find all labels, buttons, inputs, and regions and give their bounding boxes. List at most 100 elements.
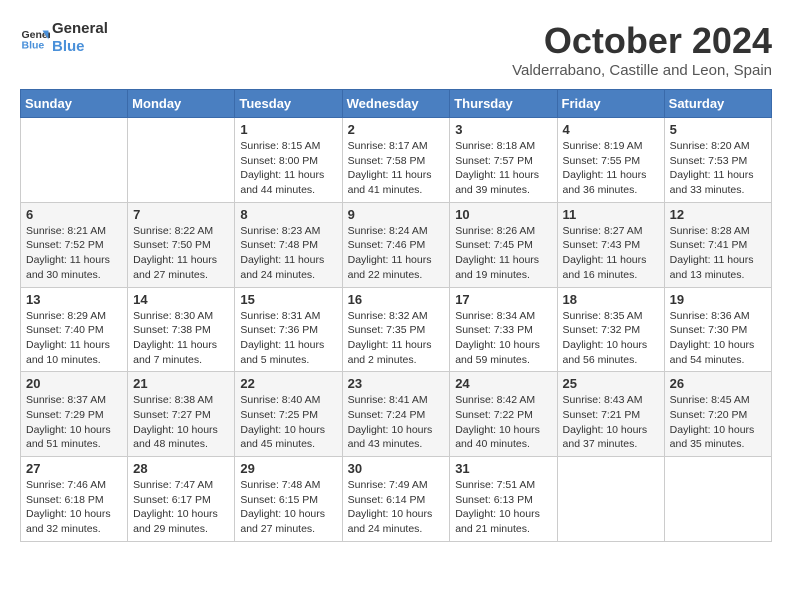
day-info: Sunrise: 8:20 AM Sunset: 7:53 PM Dayligh… [670,139,766,198]
calendar-week-row: 20Sunrise: 8:37 AM Sunset: 7:29 PM Dayli… [21,372,772,457]
calendar-day-cell: 31 Sunrise: 7:51 AM Sunset: 6:13 PM Dayli… [450,457,557,542]
calendar-day-cell: 27 Sunrise: 7:46 AM Sunset: 6:18 PM Dayli… [21,457,128,542]
day-info: Sunrise: 8:26 AM Sunset: 7:45 PM Dayligh… [455,224,551,283]
calendar-day-cell: 19 Sunrise: 8:36 AM Sunset: 7:30 PM Dayli… [664,287,771,372]
day-info: Sunrise: 8:32 AM Sunset: 7:35 PM Dayligh… [348,309,445,368]
calendar-day-cell: 21 Sunrise: 8:38 AM Sunset: 7:27 PM Dayli… [128,372,235,457]
calendar-day-cell: 14Sunrise: 8:30 AM Sunset: 7:38 PM Dayli… [128,287,235,372]
calendar-day-cell: 8 Sunrise: 8:23 AM Sunset: 7:48 PM Daylig… [235,202,342,287]
day-info: Sunrise: 8:24 AM Sunset: 7:46 PM Dayligh… [348,224,445,283]
weekday-header-cell: Saturday [664,90,771,118]
calendar-week-row: 27 Sunrise: 7:46 AM Sunset: 6:18 PM Dayli… [21,457,772,542]
day-info: Sunrise: 7:46 AM Sunset: 6:18 PM Dayligh… [26,478,122,537]
day-number: 3 [455,122,551,137]
day-number: 22 [240,376,336,391]
day-info: Sunrise: 8:31 AM Sunset: 7:36 PM Dayligh… [240,309,336,368]
day-number: 30 [348,461,445,476]
day-info: Sunrise: 8:34 AM Sunset: 7:33 PM Dayligh… [455,309,551,368]
day-info: Sunrise: 8:29 AM Sunset: 7:40 PM Dayligh… [26,309,122,368]
logo: General Blue General Blue [20,20,108,56]
location-subtitle: Valderrabano, Castille and Leon, Spain [512,62,772,79]
calendar-day-cell: 12 Sunrise: 8:28 AM Sunset: 7:41 PM Dayli… [664,202,771,287]
day-info: Sunrise: 8:19 AM Sunset: 7:55 PM Dayligh… [563,139,659,198]
day-number: 18 [563,292,659,307]
calendar-day-cell: 7Sunrise: 8:22 AM Sunset: 7:50 PM Daylig… [128,202,235,287]
title-block: October 2024 Valderrabano, Castille and … [512,20,772,79]
logo-text-general: General [52,20,108,38]
day-number: 14 [133,292,229,307]
calendar-week-row: 13 Sunrise: 8:29 AM Sunset: 7:40 PM Dayli… [21,287,772,372]
day-number: 9 [348,207,445,222]
day-info: Sunrise: 8:35 AM Sunset: 7:32 PM Dayligh… [563,309,659,368]
calendar-day-cell: 10Sunrise: 8:26 AM Sunset: 7:45 PM Dayli… [450,202,557,287]
day-info: Sunrise: 8:41 AM Sunset: 7:24 PM Dayligh… [348,393,445,452]
calendar-day-cell [21,118,128,203]
calendar-week-row: 1Sunrise: 8:15 AM Sunset: 8:00 PM Daylig… [21,118,772,203]
day-number: 15 [240,292,336,307]
weekday-header-cell: Thursday [450,90,557,118]
day-number: 12 [670,207,766,222]
weekday-header-cell: Wednesday [342,90,450,118]
logo-icon: General Blue [20,23,50,53]
calendar-day-cell: 11Sunrise: 8:27 AM Sunset: 7:43 PM Dayli… [557,202,664,287]
day-number: 25 [563,376,659,391]
day-info: Sunrise: 8:43 AM Sunset: 7:21 PM Dayligh… [563,393,659,452]
weekday-header-cell: Tuesday [235,90,342,118]
calendar-day-cell: 23 Sunrise: 8:41 AM Sunset: 7:24 PM Dayli… [342,372,450,457]
weekday-header-cell: Monday [128,90,235,118]
month-year-title: October 2024 [512,20,772,62]
calendar-day-cell: 29Sunrise: 7:48 AM Sunset: 6:15 PM Dayli… [235,457,342,542]
day-number: 13 [26,292,122,307]
calendar-body: 1Sunrise: 8:15 AM Sunset: 8:00 PM Daylig… [21,118,772,542]
day-info: Sunrise: 8:15 AM Sunset: 8:00 PM Dayligh… [240,139,336,198]
calendar-day-cell: 6Sunrise: 8:21 AM Sunset: 7:52 PM Daylig… [21,202,128,287]
day-number: 7 [133,207,229,222]
day-number: 4 [563,122,659,137]
day-info: Sunrise: 8:36 AM Sunset: 7:30 PM Dayligh… [670,309,766,368]
day-info: Sunrise: 8:37 AM Sunset: 7:29 PM Dayligh… [26,393,122,452]
day-number: 27 [26,461,122,476]
calendar-day-cell: 2 Sunrise: 8:17 AM Sunset: 7:58 PM Daylig… [342,118,450,203]
calendar-day-cell: 20Sunrise: 8:37 AM Sunset: 7:29 PM Dayli… [21,372,128,457]
day-number: 17 [455,292,551,307]
calendar-week-row: 6Sunrise: 8:21 AM Sunset: 7:52 PM Daylig… [21,202,772,287]
calendar-day-cell: 28 Sunrise: 7:47 AM Sunset: 6:17 PM Dayli… [128,457,235,542]
weekday-header-cell: Sunday [21,90,128,118]
day-number: 11 [563,207,659,222]
weekday-header-cell: Friday [557,90,664,118]
calendar-day-cell: 25 Sunrise: 8:43 AM Sunset: 7:21 PM Dayli… [557,372,664,457]
day-number: 2 [348,122,445,137]
day-info: Sunrise: 8:38 AM Sunset: 7:27 PM Dayligh… [133,393,229,452]
day-info: Sunrise: 8:42 AM Sunset: 7:22 PM Dayligh… [455,393,551,452]
page-header: General Blue General Blue October 2024 V… [20,20,772,79]
calendar-day-cell: 30 Sunrise: 7:49 AM Sunset: 6:14 PM Dayli… [342,457,450,542]
calendar-day-cell: 16 Sunrise: 8:32 AM Sunset: 7:35 PM Dayli… [342,287,450,372]
day-number: 23 [348,376,445,391]
calendar-day-cell: 26Sunrise: 8:45 AM Sunset: 7:20 PM Dayli… [664,372,771,457]
day-number: 28 [133,461,229,476]
calendar-day-cell: 9 Sunrise: 8:24 AM Sunset: 7:46 PM Daylig… [342,202,450,287]
day-info: Sunrise: 8:23 AM Sunset: 7:48 PM Dayligh… [240,224,336,283]
day-info: Sunrise: 7:51 AM Sunset: 6:13 PM Dayligh… [455,478,551,537]
day-number: 29 [240,461,336,476]
day-info: Sunrise: 8:28 AM Sunset: 7:41 PM Dayligh… [670,224,766,283]
day-info: Sunrise: 7:47 AM Sunset: 6:17 PM Dayligh… [133,478,229,537]
logo-text-blue: Blue [52,38,108,56]
calendar-day-cell: 24Sunrise: 8:42 AM Sunset: 7:22 PM Dayli… [450,372,557,457]
weekday-header-row: SundayMondayTuesdayWednesdayThursdayFrid… [21,90,772,118]
day-info: Sunrise: 8:17 AM Sunset: 7:58 PM Dayligh… [348,139,445,198]
calendar-day-cell: 22Sunrise: 8:40 AM Sunset: 7:25 PM Dayli… [235,372,342,457]
day-number: 16 [348,292,445,307]
calendar-day-cell [557,457,664,542]
calendar-day-cell: 3 Sunrise: 8:18 AM Sunset: 7:57 PM Daylig… [450,118,557,203]
day-number: 21 [133,376,229,391]
day-number: 8 [240,207,336,222]
day-number: 19 [670,292,766,307]
day-number: 31 [455,461,551,476]
calendar-day-cell: 5Sunrise: 8:20 AM Sunset: 7:53 PM Daylig… [664,118,771,203]
day-info: Sunrise: 7:49 AM Sunset: 6:14 PM Dayligh… [348,478,445,537]
calendar-day-cell: 17 Sunrise: 8:34 AM Sunset: 7:33 PM Dayli… [450,287,557,372]
svg-text:Blue: Blue [22,40,45,52]
day-info: Sunrise: 8:18 AM Sunset: 7:57 PM Dayligh… [455,139,551,198]
calendar-day-cell: 18 Sunrise: 8:35 AM Sunset: 7:32 PM Dayli… [557,287,664,372]
